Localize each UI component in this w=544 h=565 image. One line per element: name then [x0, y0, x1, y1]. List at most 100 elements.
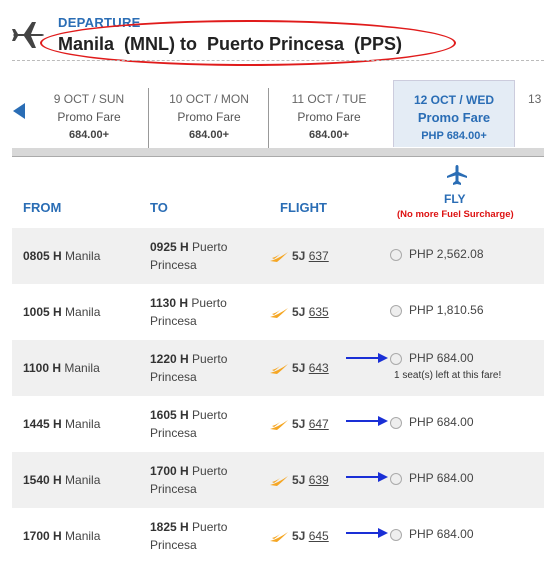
- arrival-time: 0925 H: [150, 240, 189, 254]
- flight-number-link[interactable]: 647: [309, 417, 329, 431]
- departure-time: 1540 H: [23, 473, 62, 487]
- flight-info: 5J 643: [270, 361, 329, 375]
- flight-row[interactable]: 1700 H Manila 1825 H Puerto Princesa 5J 645…: [12, 508, 544, 565]
- arrival-city-line2: Princesa: [150, 258, 197, 272]
- prev-date-arrow-icon[interactable]: [13, 103, 25, 119]
- annotation-arrow-icon: [346, 472, 388, 482]
- fare-price: 684.00+: [308, 129, 350, 141]
- flight-row[interactable]: 1005 H Manila 1130 H Puerto Princesa 5J 635…: [12, 284, 544, 341]
- arrival-city: Puerto: [192, 240, 228, 254]
- fare-label: Promo Fare: [417, 110, 491, 125]
- fare-radio[interactable]: [390, 249, 402, 261]
- fare-price: PHP 1,810.56: [409, 303, 484, 317]
- departure-info: 1445 H Manila: [23, 417, 100, 431]
- date-label: 13: [528, 92, 542, 106]
- flight-info: 5J 639: [270, 473, 329, 487]
- col-fly: FLY: [444, 192, 466, 206]
- airline-wing-icon: [270, 307, 288, 318]
- flight-row[interactable]: 0805 H Manila 0925 H Puerto Princesa 5J 637…: [12, 228, 544, 285]
- fare-label: Promo Fare: [297, 110, 361, 124]
- flight-row[interactable]: 1445 H Manila 1605 H Puerto Princesa 5J 647…: [12, 396, 544, 453]
- surcharge-note: (No more Fuel Surcharge): [397, 209, 514, 220]
- departure-time: 0805 H: [23, 249, 62, 263]
- annotation-arrow-icon: [346, 528, 388, 538]
- date-label: 10 OCT / MON: [169, 92, 249, 106]
- airline-code: 5J: [292, 417, 306, 431]
- departure-time: 1005 H: [23, 305, 62, 319]
- date-tab-12-oct-selected[interactable]: 12 OCT / WED Promo Fare PHP 684.00+: [393, 80, 515, 147]
- fare-radio[interactable]: [390, 529, 402, 541]
- airline-code: 5J: [292, 529, 306, 543]
- fare-price: PHP 2,562.08: [409, 247, 484, 261]
- date-tab-9-oct[interactable]: 9 OCT / SUN Promo Fare 684.00+: [30, 88, 149, 150]
- date-label: 9 OCT / SUN: [53, 92, 125, 106]
- arrival-info: 0925 H Puerto Princesa: [150, 238, 260, 274]
- flight-number-link[interactable]: 637: [309, 249, 329, 263]
- arrival-info: 1825 H Puerto Princesa: [150, 518, 260, 554]
- departure-city: Manila: [65, 305, 101, 319]
- flight-row[interactable]: 1100 H Manila 1220 H Puerto Princesa 5J 643…: [12, 340, 544, 397]
- departure-city: Manila: [65, 473, 101, 487]
- departure-info: 0805 H Manila: [23, 249, 100, 263]
- fare-radio[interactable]: [390, 417, 402, 429]
- divider: [12, 60, 544, 61]
- date-tab-11-oct[interactable]: 11 OCT / TUE Promo Fare 684.00+: [270, 88, 388, 150]
- arrival-time: 1605 H: [150, 408, 189, 422]
- date-bar-base: [12, 148, 544, 157]
- fare-price: PHP 684.00: [409, 415, 474, 429]
- arrival-time: 1220 H: [150, 352, 189, 366]
- airline-code: 5J: [292, 305, 306, 319]
- arrival-city: Puerto: [192, 520, 228, 534]
- departure-header: DEPARTURE Manila (MNL) to Puerto Princes…: [0, 0, 544, 66]
- flight-row[interactable]: 1540 H Manila 1700 H Puerto Princesa 5J 639…: [12, 452, 544, 509]
- annotation-arrow-icon: [346, 353, 388, 363]
- arrival-time: 1700 H: [150, 464, 189, 478]
- flight-number-link[interactable]: 639: [309, 473, 329, 487]
- date-tab-13-oct[interactable]: 13: [528, 88, 544, 150]
- annotation-arrow-icon: [346, 416, 388, 426]
- arrival-city-line2: Princesa: [150, 538, 197, 552]
- flight-info: 5J 635: [270, 305, 329, 319]
- flight-number-link[interactable]: 635: [309, 305, 329, 319]
- arrival-city-line2: Princesa: [150, 314, 197, 328]
- arrival-time: 1825 H: [150, 520, 189, 534]
- departure-city: Manila: [64, 361, 100, 375]
- arrival-city: Puerto: [192, 408, 228, 422]
- fare-radio[interactable]: [390, 305, 402, 317]
- fare-label: Promo Fare: [177, 110, 241, 124]
- arrival-city: Puerto: [192, 352, 228, 366]
- departure-time: 1445 H: [23, 417, 62, 431]
- departure-info: 1540 H Manila: [23, 473, 100, 487]
- departure-city: Manila: [65, 529, 101, 543]
- departure-time: 1700 H: [23, 529, 62, 543]
- arrival-city: Puerto: [192, 464, 228, 478]
- fare-label: Promo Fare: [57, 110, 121, 124]
- flight-number-link[interactable]: 645: [309, 529, 329, 543]
- fly-plane-icon: [447, 165, 467, 185]
- fare-price: PHP 684.00+: [421, 130, 487, 142]
- airline-code: 5J: [292, 473, 306, 487]
- fare-price: 684.00+: [188, 129, 230, 141]
- airline-wing-icon: [270, 531, 288, 542]
- flight-info: 5J 645: [270, 529, 329, 543]
- airline-wing-icon: [270, 419, 288, 430]
- fare-price: PHP 684.00: [409, 351, 474, 365]
- arrival-city-line2: Princesa: [150, 426, 197, 440]
- date-label: 12 OCT / WED: [413, 93, 494, 107]
- date-tab-10-oct[interactable]: 10 OCT / MON Promo Fare 684.00+: [150, 88, 269, 150]
- date-label: 11 OCT / TUE: [291, 92, 367, 106]
- arrival-info: 1220 H Puerto Princesa: [150, 350, 260, 386]
- flight-number-link[interactable]: 643: [309, 361, 329, 375]
- airline-wing-icon: [270, 363, 288, 374]
- airline-wing-icon: [270, 475, 288, 486]
- airline-code: 5J: [292, 361, 306, 375]
- departure-info: 1005 H Manila: [23, 305, 100, 319]
- arrival-city-line2: Princesa: [150, 370, 197, 384]
- arrival-info: 1700 H Puerto Princesa: [150, 462, 260, 498]
- fare-radio[interactable]: [390, 353, 402, 365]
- departure-city: Manila: [65, 417, 101, 431]
- fare-price: PHP 684.00: [409, 471, 474, 485]
- fare-radio[interactable]: [390, 473, 402, 485]
- departure-info: 1700 H Manila: [23, 529, 100, 543]
- col-flight: FLIGHT: [280, 200, 327, 215]
